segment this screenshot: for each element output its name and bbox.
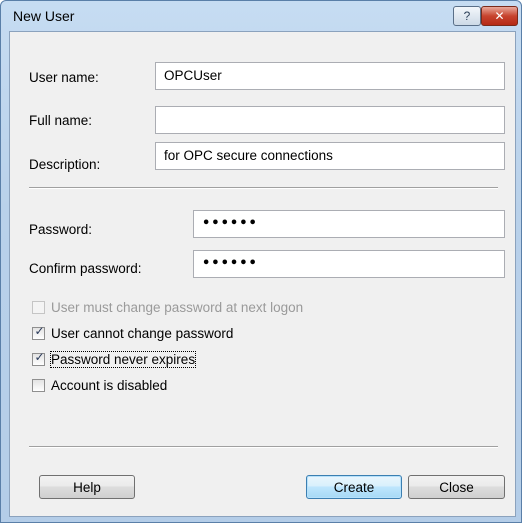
password-label: Password:: [29, 222, 93, 237]
confirm-password-field[interactable]: ••••••: [193, 250, 505, 278]
username-label: User name:: [29, 70, 99, 85]
title-bar[interactable]: New User ? ✕: [1, 1, 521, 31]
help-question-icon[interactable]: ?: [453, 6, 481, 26]
close-button-label: Close: [439, 479, 474, 495]
help-button[interactable]: Help: [39, 475, 135, 499]
checkbox-cannot-change-password[interactable]: ✓: [32, 323, 45, 340]
create-button[interactable]: Create: [306, 475, 402, 499]
checkbox-password-never-expires[interactable]: ✓: [32, 349, 45, 366]
new-user-dialog: New User ? ✕ User name: OPCUser Full nam…: [0, 0, 522, 523]
description-label: Description:: [29, 157, 101, 172]
check-icon: ✓: [34, 323, 45, 338]
description-field[interactable]: for OPC secure connections: [155, 142, 505, 170]
separator-top: [29, 187, 498, 189]
confirm-password-label: Confirm password:: [29, 261, 142, 276]
option-account-disabled[interactable]: Account is disabled: [32, 376, 167, 394]
option-password-never-expires[interactable]: ✓ Password never expires: [32, 349, 197, 368]
help-glyph: ?: [463, 9, 471, 23]
option-label: User cannot change password: [51, 325, 234, 341]
fullname-label: Full name:: [29, 113, 93, 128]
dialog-title: New User: [13, 8, 75, 24]
check-icon: ✓: [34, 349, 45, 364]
help-button-label: Help: [73, 479, 101, 495]
password-field[interactable]: ••••••: [193, 210, 505, 238]
dialog-body: User name: OPCUser Full name: Descriptio…: [9, 31, 516, 517]
close-window-button[interactable]: ✕: [481, 6, 518, 26]
option-cannot-change-password[interactable]: ✓ User cannot change password: [32, 324, 233, 342]
close-button[interactable]: Close: [408, 475, 505, 499]
username-field[interactable]: OPCUser: [155, 62, 505, 90]
close-icon: ✕: [494, 9, 505, 23]
checkbox-account-disabled[interactable]: [32, 378, 45, 392]
create-button-label: Create: [333, 479, 375, 495]
separator-bottom: [29, 446, 498, 448]
checkbox-must-change-password[interactable]: [32, 300, 45, 314]
option-label: Password never expires: [49, 350, 197, 368]
option-label: Account is disabled: [51, 377, 168, 393]
option-must-change-password[interactable]: User must change password at next logon: [32, 298, 303, 316]
fullname-field[interactable]: [155, 106, 505, 134]
option-label: User must change password at next logon: [51, 299, 304, 315]
